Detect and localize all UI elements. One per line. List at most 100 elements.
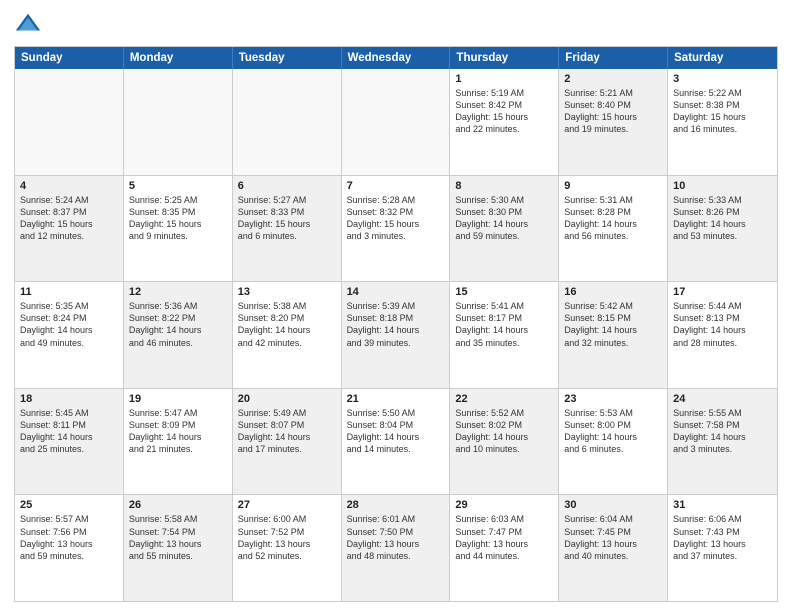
day-number: 17: [673, 286, 772, 298]
calendar-cell-20: 20Sunrise: 5:49 AM Sunset: 8:07 PM Dayli…: [233, 389, 342, 495]
cell-info: Sunrise: 5:36 AM Sunset: 8:22 PM Dayligh…: [129, 300, 227, 349]
calendar-cell-1: 1 Sunrise: 5:19 AM Sunset: 8:42 PM Daylig…: [450, 69, 559, 175]
cell-info: Sunrise: 5:30 AM Sunset: 8:30 PM Dayligh…: [455, 194, 553, 243]
cell-info: Sunrise: 5:50 AM Sunset: 8:04 PM Dayligh…: [347, 407, 445, 456]
day-number: 10: [673, 180, 772, 192]
cell-info: Sunrise: 5:42 AM Sunset: 8:15 PM Dayligh…: [564, 300, 662, 349]
calendar-cell-22: 22 Sunrise: 5:52 AM Sunset: 8:02 PM Dayli…: [450, 389, 559, 495]
day-number: 4: [20, 180, 118, 192]
calendar-cell-14: 14Sunrise: 5:39 AM Sunset: 8:18 PM Dayli…: [342, 282, 451, 388]
header-day-thursday: Thursday: [450, 47, 559, 69]
calendar-cell-17: 17 Sunrise: 5:44 AM Sunset: 8:13 PM Dayli…: [668, 282, 777, 388]
cell-info: Sunrise: 5:33 AM Sunset: 8:26 PM Dayligh…: [673, 194, 772, 243]
page: SundayMondayTuesdayWednesdayThursdayFrid…: [0, 0, 792, 612]
cell-info: Sunrise: 5:44 AM Sunset: 8:13 PM Dayligh…: [673, 300, 772, 349]
calendar-header: SundayMondayTuesdayWednesdayThursdayFrid…: [15, 47, 777, 69]
calendar-cell-29: 29Sunrise: 6:03 AM Sunset: 7:47 PM Dayli…: [450, 495, 559, 601]
day-number: 9: [564, 180, 662, 192]
header-day-saturday: Saturday: [668, 47, 777, 69]
header-day-wednesday: Wednesday: [342, 47, 451, 69]
day-number: 30: [564, 499, 662, 511]
calendar-cell-3: 3Sunrise: 5:22 AM Sunset: 8:38 PM Daylig…: [668, 69, 777, 175]
calendar-cell-21: 21Sunrise: 5:50 AM Sunset: 8:04 PM Dayli…: [342, 389, 451, 495]
day-number: 13: [238, 286, 336, 298]
calendar-cell-6: 6 Sunrise: 5:27 AM Sunset: 8:33 PM Daylig…: [233, 176, 342, 282]
cell-info: Sunrise: 5:45 AM Sunset: 8:11 PM Dayligh…: [20, 407, 118, 456]
calendar-cell-13: 13 Sunrise: 5:38 AM Sunset: 8:20 PM Dayli…: [233, 282, 342, 388]
calendar-cell-28: 28Sunrise: 6:01 AM Sunset: 7:50 PM Dayli…: [342, 495, 451, 601]
calendar-cell-30: 30 Sunrise: 6:04 AM Sunset: 7:45 PM Dayli…: [559, 495, 668, 601]
cell-info: Sunrise: 5:58 AM Sunset: 7:54 PM Dayligh…: [129, 513, 227, 562]
calendar-cell-empty-2: [233, 69, 342, 175]
day-number: 12: [129, 286, 227, 298]
day-number: 19: [129, 393, 227, 405]
calendar-cell-31: 31 Sunrise: 6:06 AM Sunset: 7:43 PM Dayli…: [668, 495, 777, 601]
calendar-body: 1 Sunrise: 5:19 AM Sunset: 8:42 PM Daylig…: [15, 69, 777, 601]
calendar: SundayMondayTuesdayWednesdayThursdayFrid…: [14, 46, 778, 602]
header-day-friday: Friday: [559, 47, 668, 69]
calendar-cell-15: 15 Sunrise: 5:41 AM Sunset: 8:17 PM Dayli…: [450, 282, 559, 388]
cell-info: Sunrise: 5:38 AM Sunset: 8:20 PM Dayligh…: [238, 300, 336, 349]
header-day-tuesday: Tuesday: [233, 47, 342, 69]
calendar-cell-27: 27Sunrise: 6:00 AM Sunset: 7:52 PM Dayli…: [233, 495, 342, 601]
calendar-cell-19: 19 Sunrise: 5:47 AM Sunset: 8:09 PM Dayli…: [124, 389, 233, 495]
calendar-cell-23: 23Sunrise: 5:53 AM Sunset: 8:00 PM Dayli…: [559, 389, 668, 495]
day-number: 29: [455, 499, 553, 511]
calendar-row-5: 25Sunrise: 5:57 AM Sunset: 7:56 PM Dayli…: [15, 494, 777, 601]
cell-info: Sunrise: 5:52 AM Sunset: 8:02 PM Dayligh…: [455, 407, 553, 456]
calendar-cell-empty-0: [15, 69, 124, 175]
cell-info: Sunrise: 6:04 AM Sunset: 7:45 PM Dayligh…: [564, 513, 662, 562]
day-number: 8: [455, 180, 553, 192]
day-number: 7: [347, 180, 445, 192]
cell-info: Sunrise: 5:21 AM Sunset: 8:40 PM Dayligh…: [564, 87, 662, 136]
cell-info: Sunrise: 5:55 AM Sunset: 7:58 PM Dayligh…: [673, 407, 772, 456]
calendar-cell-4: 4 Sunrise: 5:24 AM Sunset: 8:37 PM Daylig…: [15, 176, 124, 282]
calendar-cell-empty-1: [124, 69, 233, 175]
day-number: 14: [347, 286, 445, 298]
cell-info: Sunrise: 5:19 AM Sunset: 8:42 PM Dayligh…: [455, 87, 553, 136]
day-number: 2: [564, 73, 662, 85]
cell-info: Sunrise: 5:53 AM Sunset: 8:00 PM Dayligh…: [564, 407, 662, 456]
cell-info: Sunrise: 6:06 AM Sunset: 7:43 PM Dayligh…: [673, 513, 772, 562]
calendar-row-3: 11Sunrise: 5:35 AM Sunset: 8:24 PM Dayli…: [15, 281, 777, 388]
day-number: 1: [455, 73, 553, 85]
day-number: 16: [564, 286, 662, 298]
day-number: 28: [347, 499, 445, 511]
calendar-cell-24: 24Sunrise: 5:55 AM Sunset: 7:58 PM Dayli…: [668, 389, 777, 495]
calendar-cell-11: 11Sunrise: 5:35 AM Sunset: 8:24 PM Dayli…: [15, 282, 124, 388]
header-day-sunday: Sunday: [15, 47, 124, 69]
day-number: 31: [673, 499, 772, 511]
logo: [14, 10, 46, 38]
calendar-cell-18: 18 Sunrise: 5:45 AM Sunset: 8:11 PM Dayli…: [15, 389, 124, 495]
cell-info: Sunrise: 5:47 AM Sunset: 8:09 PM Dayligh…: [129, 407, 227, 456]
cell-info: Sunrise: 5:27 AM Sunset: 8:33 PM Dayligh…: [238, 194, 336, 243]
calendar-cell-8: 8 Sunrise: 5:30 AM Sunset: 8:30 PM Daylig…: [450, 176, 559, 282]
cell-info: Sunrise: 5:25 AM Sunset: 8:35 PM Dayligh…: [129, 194, 227, 243]
day-number: 27: [238, 499, 336, 511]
day-number: 5: [129, 180, 227, 192]
calendar-row-4: 18 Sunrise: 5:45 AM Sunset: 8:11 PM Dayli…: [15, 388, 777, 495]
calendar-row-1: 1 Sunrise: 5:19 AM Sunset: 8:42 PM Daylig…: [15, 69, 777, 175]
day-number: 22: [455, 393, 553, 405]
calendar-cell-12: 12 Sunrise: 5:36 AM Sunset: 8:22 PM Dayli…: [124, 282, 233, 388]
day-number: 18: [20, 393, 118, 405]
day-number: 6: [238, 180, 336, 192]
calendar-cell-16: 16 Sunrise: 5:42 AM Sunset: 8:15 PM Dayli…: [559, 282, 668, 388]
cell-info: Sunrise: 5:35 AM Sunset: 8:24 PM Dayligh…: [20, 300, 118, 349]
calendar-cell-7: 7 Sunrise: 5:28 AM Sunset: 8:32 PM Daylig…: [342, 176, 451, 282]
calendar-cell-5: 5 Sunrise: 5:25 AM Sunset: 8:35 PM Daylig…: [124, 176, 233, 282]
calendar-row-2: 4 Sunrise: 5:24 AM Sunset: 8:37 PM Daylig…: [15, 175, 777, 282]
cell-info: Sunrise: 5:22 AM Sunset: 8:38 PM Dayligh…: [673, 87, 772, 136]
day-number: 20: [238, 393, 336, 405]
day-number: 26: [129, 499, 227, 511]
logo-icon: [14, 10, 42, 38]
calendar-cell-26: 26 Sunrise: 5:58 AM Sunset: 7:54 PM Dayli…: [124, 495, 233, 601]
header-day-monday: Monday: [124, 47, 233, 69]
calendar-cell-empty-3: [342, 69, 451, 175]
cell-info: Sunrise: 5:41 AM Sunset: 8:17 PM Dayligh…: [455, 300, 553, 349]
cell-info: Sunrise: 5:57 AM Sunset: 7:56 PM Dayligh…: [20, 513, 118, 562]
cell-info: Sunrise: 5:28 AM Sunset: 8:32 PM Dayligh…: [347, 194, 445, 243]
cell-info: Sunrise: 5:24 AM Sunset: 8:37 PM Dayligh…: [20, 194, 118, 243]
day-number: 15: [455, 286, 553, 298]
calendar-cell-2: 2 Sunrise: 5:21 AM Sunset: 8:40 PM Daylig…: [559, 69, 668, 175]
